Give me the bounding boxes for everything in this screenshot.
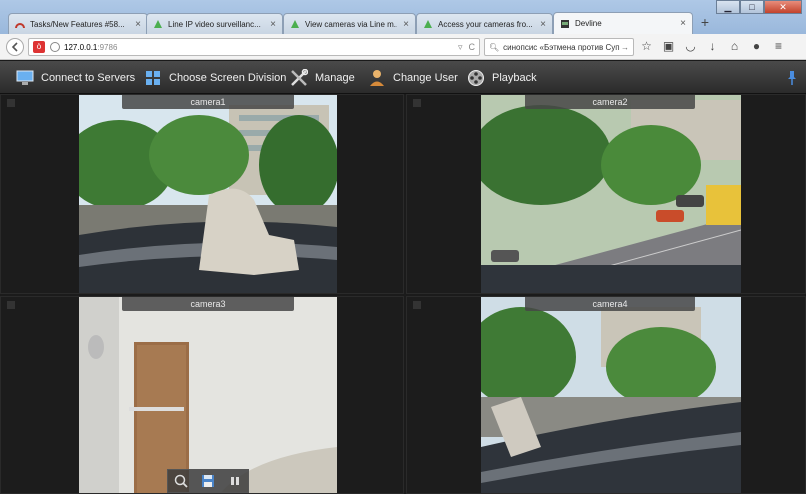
- cell-corner-marker: [413, 301, 421, 309]
- cell-corner-marker: [413, 99, 421, 107]
- reload-icon[interactable]: C: [469, 42, 476, 53]
- chat-icon[interactable]: ●: [750, 39, 763, 54]
- pin-icon[interactable]: [787, 70, 797, 89]
- camera-feed: [481, 297, 741, 493]
- browser-tab[interactable]: Line IP video surveillanc... ×: [146, 13, 283, 34]
- playback-button[interactable]: Playback: [467, 61, 537, 94]
- tab-close-icon[interactable]: ×: [680, 18, 686, 29]
- camera-label: camera2: [525, 95, 695, 109]
- choose-screen-division-button[interactable]: Choose Screen Division: [144, 61, 286, 94]
- camera-feed: [79, 95, 337, 293]
- pocket-icon[interactable]: ◡: [684, 39, 697, 54]
- nav-icons: ☆ ▣ ◡ ↓ ⌂ ● ≡: [640, 39, 785, 54]
- address-bar[interactable]: ò 127.0.0.1:9786 ▿ C: [28, 38, 480, 56]
- camera-label: camera4: [525, 297, 695, 311]
- browser-tab[interactable]: Access your cameras fro... ×: [416, 13, 553, 34]
- cell-corner-marker: [7, 301, 15, 309]
- camera-feed-image: [79, 297, 337, 493]
- camera-feed-image: [481, 95, 741, 293]
- user-icon: [368, 69, 386, 87]
- camera-label: camera1: [122, 95, 294, 109]
- line-icon: [424, 20, 432, 28]
- connect-to-servers-button[interactable]: Connect to Servers: [16, 61, 135, 94]
- line-icon: [291, 20, 299, 28]
- camera-grid: camera1 camera2 camera3 camera4: [0, 94, 806, 494]
- clipboard-icon[interactable]: ▣: [662, 39, 675, 54]
- browser-tab-active[interactable]: Devline ×: [553, 12, 693, 34]
- maximize-button[interactable]: □: [740, 0, 764, 14]
- devline-icon: [561, 19, 569, 28]
- save-button[interactable]: [199, 472, 217, 490]
- change-user-button[interactable]: Change User: [368, 61, 458, 94]
- url-text: 127.0.0.1:9786: [64, 42, 118, 52]
- tools-icon: [290, 68, 308, 87]
- search-go-icon[interactable]: →: [621, 43, 629, 52]
- bookmark-star-icon[interactable]: ☆: [640, 39, 653, 54]
- camera-cell[interactable]: camera3: [0, 296, 404, 494]
- menu-icon[interactable]: ≡: [772, 39, 785, 54]
- search-text: синопсис «Бэтмена против Суп: [503, 42, 620, 52]
- redmine-icon: [15, 23, 25, 29]
- tab-title: Tasks/New Features #58...: [30, 19, 125, 29]
- back-button[interactable]: [6, 38, 24, 56]
- tab-title: Devline: [575, 19, 602, 28]
- app-toolbar: Connect to Servers Choose Screen Divisio…: [0, 61, 806, 94]
- camera-cell[interactable]: camera4: [406, 296, 806, 494]
- home-icon[interactable]: ⌂: [728, 39, 741, 54]
- floppy-disk-icon: [201, 475, 214, 487]
- tab-title: Line IP video surveillanc...: [168, 19, 261, 29]
- tab-close-icon[interactable]: ×: [135, 19, 141, 30]
- magnifier-icon: [175, 474, 188, 488]
- browser-navbar: ò 127.0.0.1:9786 ▿ C 🔍︎ синопсис «Бэтмен…: [0, 34, 806, 60]
- camera-label: camera3: [122, 297, 294, 311]
- tab-close-icon[interactable]: ×: [540, 19, 546, 30]
- globe-icon: [50, 42, 60, 52]
- back-arrow-icon: [11, 42, 18, 52]
- dropdown-icon[interactable]: ▿: [458, 42, 463, 53]
- tab-close-icon[interactable]: ×: [270, 19, 276, 30]
- camera-cell[interactable]: camera2: [406, 94, 806, 294]
- pause-button[interactable]: [226, 472, 244, 490]
- camera-cell[interactable]: camera1: [0, 94, 404, 294]
- window-controls: ▁ □ ✕: [716, 0, 802, 14]
- close-window-button[interactable]: ✕: [764, 0, 802, 14]
- shield-icon: ò: [33, 41, 45, 53]
- search-icon: 🔍︎: [489, 42, 500, 52]
- monitor-icon: [16, 69, 34, 87]
- browser-tab[interactable]: Tasks/New Features #58... ×: [8, 13, 148, 34]
- browser-tab-strip: Tasks/New Features #58... × Line IP vide…: [0, 0, 806, 34]
- camera-feed-image: [79, 95, 337, 293]
- pause-icon: [230, 477, 239, 485]
- new-tab-button[interactable]: +: [697, 13, 713, 31]
- tab-title: Access your cameras fro...: [438, 19, 533, 29]
- camera-feed: [79, 297, 337, 493]
- grid-icon: [144, 69, 162, 87]
- playback-controls: [167, 469, 249, 493]
- cell-corner-marker: [7, 99, 15, 107]
- camera-feed-image: [481, 297, 741, 493]
- zoom-button[interactable]: [172, 472, 190, 490]
- minimize-button[interactable]: ▁: [716, 0, 740, 14]
- download-icon[interactable]: ↓: [706, 39, 719, 54]
- search-bar[interactable]: 🔍︎ синопсис «Бэтмена против Суп →: [484, 38, 634, 56]
- film-reel-icon: [467, 69, 485, 87]
- browser-tab[interactable]: View cameras via Line m... ×: [283, 13, 416, 34]
- tab-close-icon[interactable]: ×: [403, 19, 409, 30]
- line-icon: [154, 20, 162, 28]
- manage-button[interactable]: Manage: [290, 61, 355, 94]
- camera-feed: [481, 95, 741, 293]
- tab-title: View cameras via Line m...: [305, 19, 398, 29]
